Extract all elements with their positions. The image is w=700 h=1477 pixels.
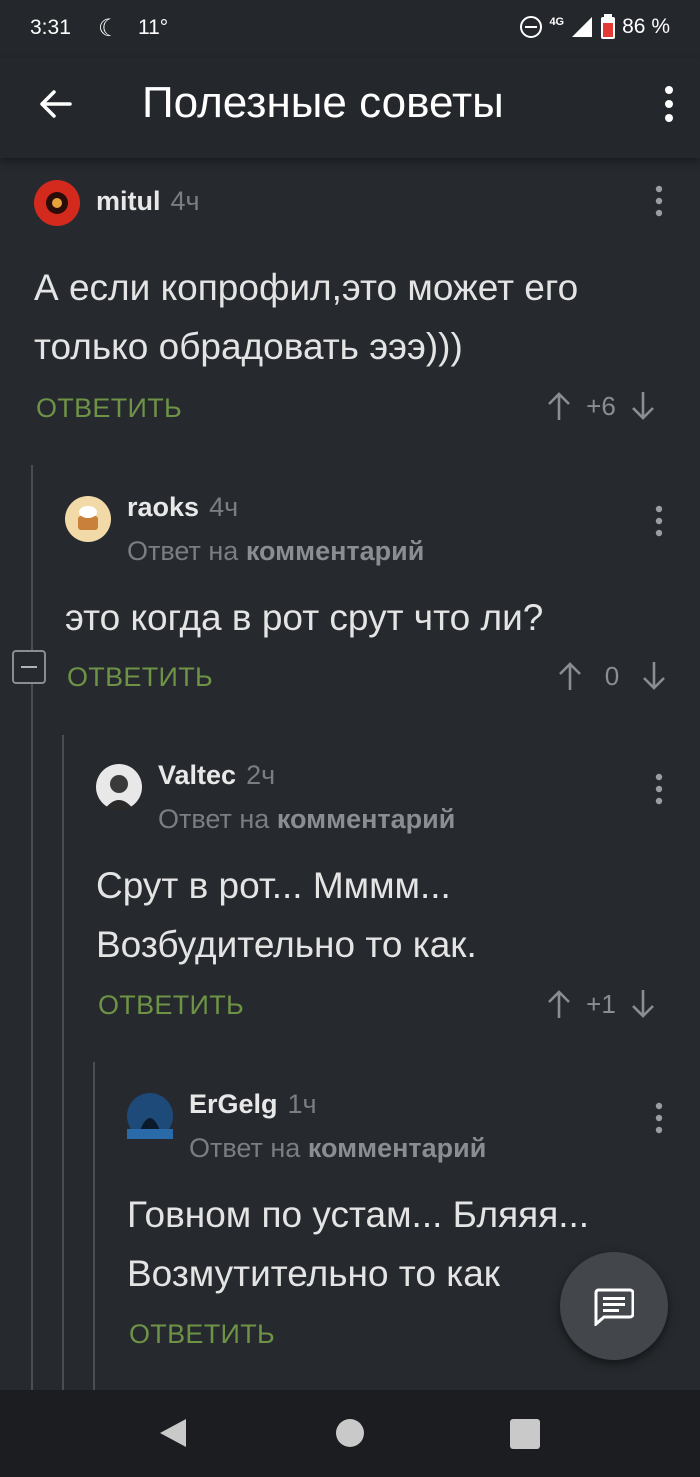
vote-controls: 0	[557, 660, 667, 692]
downvote-icon[interactable]	[641, 660, 667, 692]
avatar[interactable]	[96, 764, 142, 810]
comment-line: А если копрофил,это может его	[34, 267, 579, 308]
thread-line-level-3	[93, 1062, 95, 1390]
comment-time: 2ч	[246, 760, 276, 790]
arrow-left-icon[interactable]	[34, 82, 78, 126]
status-bar: 3:31 ☾ 11° 4G 86 %	[0, 0, 700, 58]
comment-text: это когда в рот срут что ли?	[65, 588, 543, 647]
nav-back-icon[interactable]	[158, 1417, 188, 1449]
comment-line: Срут в рот... Мммм...	[96, 865, 451, 906]
reply-button[interactable]: ОТВЕТИТЬ	[129, 1319, 275, 1350]
comment-score: 0	[604, 660, 620, 691]
battery-level: 86 %	[622, 15, 670, 38]
thread-line-level-1	[31, 465, 33, 1390]
comment-time: 4ч	[209, 492, 239, 522]
reply-to-link[interactable]: комментарий	[308, 1133, 487, 1163]
comment-time: 1ч	[287, 1089, 317, 1119]
reply-button[interactable]: ОТВЕТИТЬ	[67, 662, 213, 693]
vote-controls: +6	[546, 390, 656, 422]
username[interactable]: ErGelg	[189, 1089, 278, 1119]
night-mode-icon: ☾	[98, 15, 120, 42]
signal-icon	[572, 17, 593, 37]
collapse-thread-button[interactable]	[12, 650, 46, 684]
comment: raoks 4ч Ответ на комментарий это когда в…	[65, 488, 675, 698]
reply-to-label: Ответ на комментарий	[127, 536, 424, 567]
system-navigation-bar	[0, 1390, 700, 1477]
upvote-icon[interactable]	[546, 988, 572, 1020]
nav-home-icon[interactable]	[336, 1419, 364, 1447]
comment-score: +6	[586, 390, 616, 421]
comment-menu-icon[interactable]	[655, 504, 663, 538]
reply-button[interactable]: ОТВЕТИТЬ	[98, 990, 244, 1021]
network-type: 4G	[549, 16, 565, 28]
comment: mitul 4ч А если копрофил,это может его то…	[34, 180, 674, 430]
downvote-icon[interactable]	[630, 988, 656, 1020]
username[interactable]: Valtec	[158, 760, 236, 790]
reply-to-link[interactable]: комментарий	[277, 804, 456, 834]
avatar[interactable]	[34, 180, 80, 226]
avatar[interactable]	[65, 496, 111, 542]
add-comment-button[interactable]	[560, 1252, 668, 1360]
status-time: 3:31	[30, 16, 71, 39]
comment-menu-icon[interactable]	[655, 1101, 663, 1135]
comment-line: Возбудительно то как.	[96, 924, 477, 965]
reply-to-link[interactable]: комментарий	[246, 536, 425, 566]
comment-time: 4ч	[170, 186, 200, 216]
page-title: Полезные советы	[142, 78, 504, 127]
comment-author[interactable]: Valtec 2ч	[158, 760, 275, 791]
do-not-disturb-icon	[520, 16, 543, 38]
vote-controls: +1	[546, 988, 656, 1020]
avatar[interactable]	[127, 1093, 173, 1139]
battery-icon	[601, 14, 616, 39]
comment-text: Говном по устам... Бляяя... Возмутительн…	[127, 1185, 589, 1303]
comment: Valtec 2ч Ответ на комментарий Срут в рот…	[96, 756, 676, 1026]
app-bar: Полезные советы	[0, 58, 700, 158]
comment-line: Возмутительно то как	[127, 1253, 500, 1294]
comment-icon	[594, 1288, 634, 1326]
comment-text: Срут в рот... Мммм... Возбудительно то к…	[96, 856, 477, 974]
downvote-icon[interactable]	[630, 390, 656, 422]
reply-button[interactable]: ОТВЕТИТЬ	[36, 393, 182, 424]
comment-menu-icon[interactable]	[655, 184, 663, 218]
comment-line: это когда в рот срут что ли?	[65, 597, 544, 638]
username[interactable]: mitul	[96, 186, 161, 216]
status-right: 4G 86 %	[519, 14, 670, 40]
comment-line: Говном по устам... Бляяя...	[127, 1194, 590, 1235]
reply-to-label: Ответ на комментарий	[189, 1133, 486, 1164]
upvote-icon[interactable]	[546, 390, 572, 422]
comment-score: +1	[586, 988, 616, 1019]
comment-author[interactable]: raoks 4ч	[127, 492, 238, 523]
username[interactable]: raoks	[127, 492, 199, 522]
reply-to-label: Ответ на комментарий	[158, 804, 455, 835]
comment-author[interactable]: mitul 4ч	[96, 186, 200, 217]
thread-line-level-2	[62, 735, 64, 1390]
upvote-icon[interactable]	[557, 660, 583, 692]
comment-author[interactable]: ErGelg 1ч	[189, 1089, 317, 1120]
reply-to-prefix: Ответ на	[158, 804, 270, 834]
comment-menu-icon[interactable]	[655, 772, 663, 806]
reply-to-prefix: Ответ на	[127, 536, 239, 566]
comment-text: А если копрофил,это может его только обр…	[34, 258, 578, 376]
comment-line: только обрадовать эээ)))	[34, 326, 463, 367]
nav-recents-icon[interactable]	[510, 1419, 540, 1449]
status-temperature: 11°	[138, 16, 169, 39]
reply-to-prefix: Ответ на	[189, 1133, 301, 1163]
more-vertical-icon[interactable]	[664, 82, 674, 126]
